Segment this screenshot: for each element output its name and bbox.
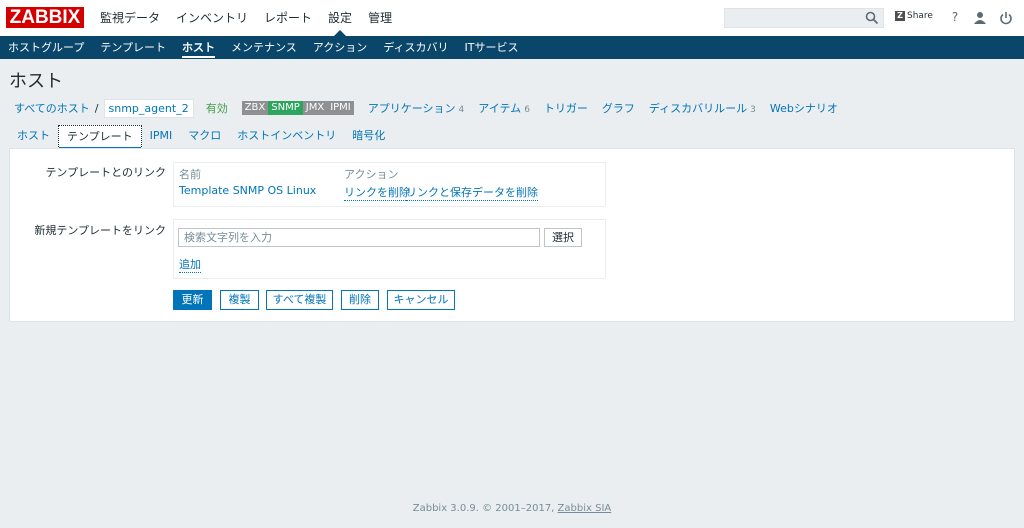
help-icon[interactable]: ? xyxy=(947,10,963,26)
submenu-discovery[interactable]: ディスカバリ xyxy=(375,36,456,59)
column-action-header: アクション xyxy=(344,168,399,181)
menu-inventory[interactable]: インベントリ xyxy=(168,0,256,36)
tag-ipmi: IPMI xyxy=(327,101,354,115)
sub-menu: ホストグループ テンプレート ホスト メンテナンス アクション ディスカバリ I… xyxy=(0,36,1024,59)
top-header: ZABBIX 監視データ インベントリ レポート 設定 管理 Z Share ? xyxy=(0,0,1024,36)
menu-reports[interactable]: レポート xyxy=(256,0,320,36)
select-button[interactable]: 選択 xyxy=(544,228,582,247)
tab-host-inventory[interactable]: ホストインベントリ xyxy=(229,125,344,148)
link-web-scenarios[interactable]: Webシナリオ xyxy=(770,100,838,116)
submenu-templates[interactable]: テンプレート xyxy=(92,36,174,59)
zabbix-share-icon: Z xyxy=(895,11,905,21)
footer: Zabbix 3.0.9. © 2001–2017, Zabbix SIA xyxy=(0,503,1024,514)
tab-macros[interactable]: マクロ xyxy=(180,125,229,148)
submenu-actions[interactable]: アクション xyxy=(305,36,375,59)
tag-jmx: JMX xyxy=(302,101,328,115)
link-triggers[interactable]: トリガー xyxy=(544,100,588,116)
main-menu: 監視データ インベントリ レポート 設定 管理 xyxy=(92,0,400,36)
breadcrumb: すべてのホスト / snmp_agent_2 有効 ZBX SNMP JMX I… xyxy=(14,98,838,118)
add-template-link[interactable]: 追加 xyxy=(179,256,201,273)
tab-encryption[interactable]: 暗号化 xyxy=(344,125,393,148)
submenu-it-services[interactable]: ITサービス xyxy=(456,36,526,59)
discovery-rules-count: 3 xyxy=(750,105,756,115)
breadcrumb-all-hosts[interactable]: すべてのホスト xyxy=(14,100,90,116)
linked-template-name[interactable]: Template SNMP OS Linux xyxy=(179,184,316,197)
submenu-maintenance[interactable]: メンテナンス xyxy=(223,36,305,59)
submenu-host-groups[interactable]: ホストグループ xyxy=(0,36,92,59)
page-title: ホスト xyxy=(9,71,63,92)
logout-power-icon[interactable] xyxy=(998,10,1014,26)
zabbix-logo[interactable]: ZABBIX xyxy=(6,7,84,28)
tag-zbx: ZBX xyxy=(241,101,269,115)
host-status-enabled[interactable]: 有効 xyxy=(206,100,228,116)
footer-link-zabbix-sia[interactable]: Zabbix SIA xyxy=(558,503,612,514)
tab-templates[interactable]: テンプレート xyxy=(58,125,142,150)
search-icon[interactable] xyxy=(865,11,879,25)
unlink-and-clear-button[interactable]: リンクと保存データを削除 xyxy=(406,184,538,201)
share-label: Share xyxy=(907,11,933,21)
menu-monitoring[interactable]: 監視データ xyxy=(92,0,168,36)
link-items[interactable]: アイテム 6 xyxy=(478,100,530,116)
menu-configuration[interactable]: 設定 xyxy=(320,0,360,36)
tab-host[interactable]: ホスト xyxy=(9,125,58,148)
linked-templates-label: テンプレートとのリンク xyxy=(45,166,166,179)
update-button[interactable]: 更新 xyxy=(173,290,212,310)
items-count: 6 xyxy=(524,105,530,115)
template-search-input[interactable]: 検索文字列を入力 xyxy=(178,228,540,247)
cancel-button[interactable]: キャンセル xyxy=(387,290,455,310)
link-applications[interactable]: アプリケーション 4 xyxy=(368,100,465,116)
menu-administration[interactable]: 管理 xyxy=(360,0,400,36)
link-graphs[interactable]: グラフ xyxy=(602,100,635,116)
breadcrumb-separator: / xyxy=(94,101,99,115)
submenu-hosts[interactable]: ホスト xyxy=(174,36,223,59)
link-discovery-rules[interactable]: ディスカバリルール 3 xyxy=(649,100,756,116)
tab-ipmi[interactable]: IPMI xyxy=(142,125,181,148)
form-tabs: ホスト テンプレート IPMI マクロ ホストインベントリ 暗号化 xyxy=(9,125,393,150)
availability-tags: ZBX SNMP JMX IPMI xyxy=(241,101,354,115)
global-search-input[interactable] xyxy=(724,8,884,28)
clone-button[interactable]: 複製 xyxy=(220,290,259,310)
footer-text: Zabbix 3.0.9. © 2001–2017, xyxy=(412,503,558,514)
link-new-templates-label: 新規テンプレートをリンク xyxy=(34,224,166,237)
unlink-button[interactable]: リンクを削除 xyxy=(344,184,410,201)
full-clone-button[interactable]: すべて複製 xyxy=(266,290,333,310)
share-link[interactable]: Z Share xyxy=(895,11,933,21)
breadcrumb-host[interactable]: snmp_agent_2 xyxy=(103,98,194,118)
column-name-header: 名前 xyxy=(179,168,201,181)
tag-snmp: SNMP xyxy=(268,101,303,115)
delete-button[interactable]: 削除 xyxy=(341,290,379,310)
user-profile-icon[interactable] xyxy=(972,10,988,26)
applications-count: 4 xyxy=(458,105,465,115)
